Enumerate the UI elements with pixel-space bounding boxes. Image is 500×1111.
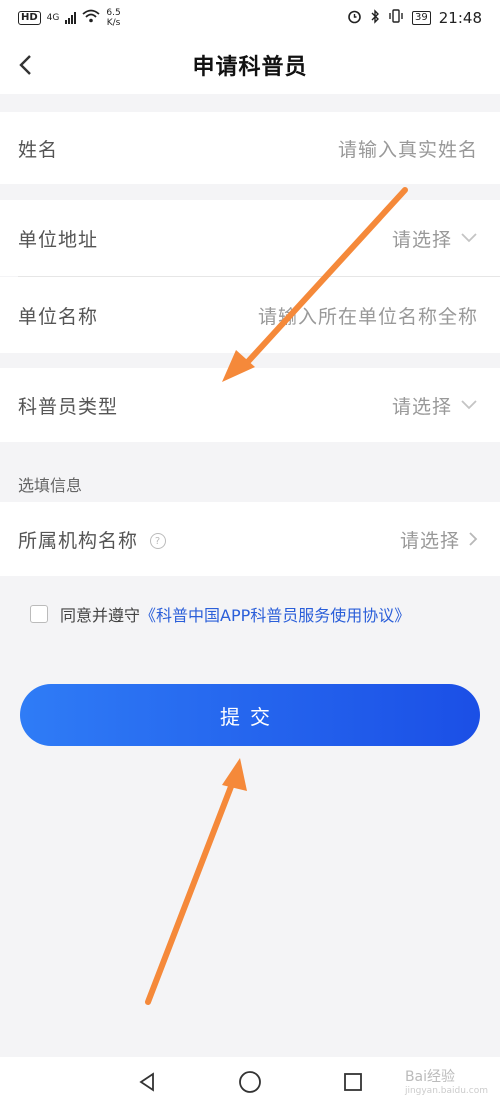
org-name-field-row[interactable]: 单位名称 请输入所在单位名称全称 <box>0 277 500 353</box>
org-name-input[interactable]: 请输入所在单位名称全称 <box>258 302 478 329</box>
status-left: HD 4G 6.5 K/s <box>18 8 121 28</box>
name-label: 姓名 <box>18 138 59 161</box>
institution-select[interactable]: 请选择 <box>400 526 478 553</box>
watermark-brand: Bai经验 <box>404 1069 456 1085</box>
org-name-label: 单位名称 <box>18 305 99 328</box>
name-input[interactable]: 请输入真实姓名 <box>338 135 478 162</box>
page-title: 申请科普员 <box>192 55 308 80</box>
nav-back-button[interactable] <box>136 1071 158 1097</box>
app-header: 申请科普员 <box>0 36 500 94</box>
watermark: Bai经验 jingyan.baidu.com <box>405 1066 488 1096</box>
arrow-to-submit-button <box>145 758 247 1005</box>
network-type: 4G <box>46 13 60 23</box>
agreement-prefix: 同意并遵守 <box>60 606 141 625</box>
chevron-down-icon <box>461 233 477 243</box>
status-bar: HD 4G 6.5 K/s 39 21:48 <box>0 0 500 36</box>
institution-select-value: 请选择 <box>399 529 460 552</box>
back-button[interactable] <box>10 50 40 80</box>
network-speed: 6.5 K/s <box>106 8 121 28</box>
wifi-icon <box>82 9 100 27</box>
nav-recents-button[interactable] <box>342 1071 364 1097</box>
institution-select-row[interactable]: 所属机构名称? 请选择 <box>0 502 500 576</box>
type-label: 科普员类型 <box>18 395 119 418</box>
battery-icon: 39 <box>412 11 431 25</box>
address-label: 单位地址 <box>18 228 99 251</box>
triangle-back-icon <box>139 1072 154 1092</box>
alarm-icon <box>347 9 362 28</box>
chevron-right-icon <box>469 532 478 546</box>
name-field-row[interactable]: 姓名 请输入真实姓名 <box>0 112 500 184</box>
agreement-checkbox[interactable] <box>30 605 48 623</box>
optional-section-label: 选填信息 <box>18 476 83 495</box>
nav-home-button[interactable] <box>238 1070 262 1098</box>
submit-button[interactable]: 提交 <box>20 684 480 746</box>
type-select-row[interactable]: 科普员类型 请选择 <box>0 368 500 442</box>
help-icon[interactable]: ? <box>150 533 167 549</box>
address-select-row[interactable]: 单位地址 请选择 <box>0 200 500 276</box>
square-recents-icon <box>344 1073 362 1091</box>
circle-home-icon <box>239 1071 261 1093</box>
type-select[interactable]: 请选择 <box>392 392 478 419</box>
hd-badge: HD <box>18 11 41 25</box>
watermark-url: jingyan.baidu.com <box>404 1086 488 1096</box>
chevron-down-icon <box>461 400 477 410</box>
address-select[interactable]: 请选择 <box>392 225 478 252</box>
chevron-left-icon <box>19 55 31 75</box>
type-select-value: 请选择 <box>391 395 452 418</box>
address-select-value: 请选择 <box>391 228 452 251</box>
status-right: 39 21:48 <box>347 8 482 28</box>
status-time: 21:48 <box>438 9 482 27</box>
institution-label: 所属机构名称? <box>18 526 167 553</box>
bluetooth-icon <box>370 8 380 28</box>
signal-icon <box>65 12 77 24</box>
vibrate-icon <box>388 9 404 27</box>
agreement-row: 同意并遵守 《科普中国APP科普员服务使用协议》 <box>30 602 410 626</box>
agreement-link[interactable]: 《科普中国APP科普员服务使用协议》 <box>140 602 410 626</box>
